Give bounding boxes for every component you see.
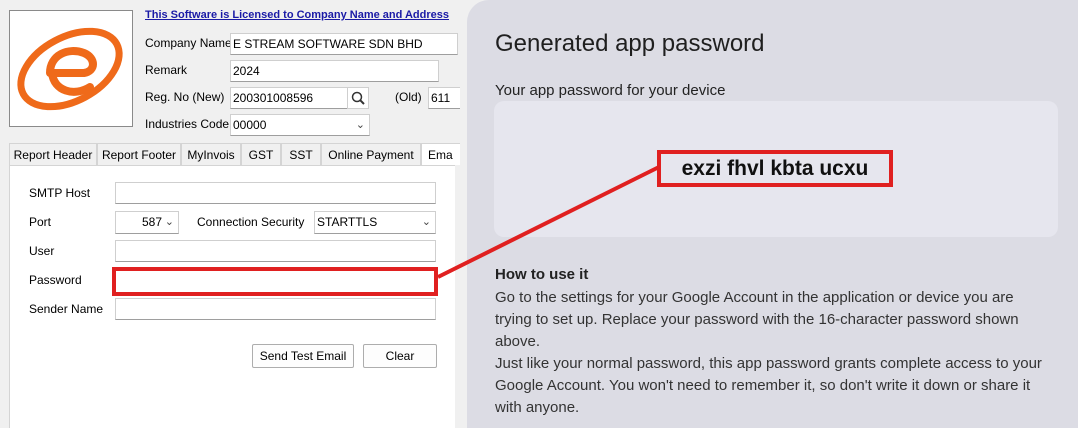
password-label: Password bbox=[29, 273, 82, 287]
tab-report-header[interactable]: Report Header bbox=[9, 143, 97, 165]
how-to-text-line: with anyone. bbox=[495, 399, 580, 416]
how-to-text-line: above. bbox=[495, 333, 541, 350]
how-to-text-line: trying to set up. Replace your password … bbox=[495, 311, 1019, 328]
email-settings-panel bbox=[9, 165, 455, 428]
industries-select[interactable]: 00000 ⌄ bbox=[230, 114, 370, 136]
chevron-down-icon: ⌄ bbox=[355, 119, 365, 131]
remark-label: Remark bbox=[145, 63, 188, 77]
port-label: Port bbox=[29, 215, 52, 229]
chevron-down-icon: ⌄ bbox=[164, 216, 174, 228]
industries-value: 00000 bbox=[233, 118, 267, 132]
clear-button[interactable]: Clear bbox=[363, 344, 437, 368]
port-value: 587 bbox=[141, 215, 162, 229]
company-profile-window: This Software is Licensed to Company Nam… bbox=[0, 0, 460, 428]
tab-report-footer[interactable]: Report Footer bbox=[97, 143, 181, 165]
old-regno-label: (Old) bbox=[395, 90, 422, 104]
company-name-field[interactable]: E STREAM SOFTWARE SDN BHD bbox=[230, 33, 458, 55]
company-name-label: Company Name bbox=[145, 36, 232, 50]
search-icon bbox=[351, 91, 365, 105]
remark-field[interactable]: 2024 bbox=[230, 60, 439, 82]
page-title: Generated app password bbox=[495, 30, 765, 57]
sender-name-field[interactable] bbox=[115, 298, 436, 320]
sender-name-label: Sender Name bbox=[29, 302, 104, 316]
chevron-down-icon: ⌄ bbox=[421, 216, 431, 228]
generated-password: exzi fhvl kbta ucxu bbox=[657, 150, 893, 187]
how-to-text-line: Just like your normal password, this app… bbox=[495, 355, 1042, 372]
port-select[interactable]: 587 ⌄ bbox=[115, 211, 179, 234]
smtp-host-label: SMTP Host bbox=[29, 186, 91, 200]
regno-label: Reg. No (New) bbox=[145, 90, 225, 104]
how-to-text-line: Go to the settings for your Google Accou… bbox=[495, 289, 1014, 306]
how-to-text-line: Google Account. You won't need to rememb… bbox=[495, 377, 1031, 394]
tab-myinvois[interactable]: MyInvois bbox=[181, 143, 241, 165]
app-password-panel: Generated app password Your app password… bbox=[467, 0, 1078, 428]
smtp-host-field[interactable] bbox=[115, 182, 436, 204]
regno-field[interactable]: 200301008596 bbox=[230, 87, 348, 109]
tab-email[interactable]: Ema bbox=[421, 143, 460, 165]
how-to-use-title: How to use it bbox=[495, 266, 589, 283]
tab-online-payment[interactable]: Online Payment bbox=[321, 143, 421, 165]
industries-label: Industries Code bbox=[145, 117, 230, 131]
send-test-email-button[interactable]: Send Test Email bbox=[252, 344, 354, 368]
user-label: User bbox=[29, 244, 55, 258]
company-logo bbox=[9, 10, 133, 127]
password-field-highlight bbox=[112, 267, 438, 296]
license-link[interactable]: This Software is Licensed to Company Nam… bbox=[145, 9, 455, 25]
estream-logo-icon bbox=[17, 27, 123, 111]
old-regno-field[interactable]: 611 bbox=[428, 87, 460, 109]
tab-sst[interactable]: SST bbox=[281, 143, 321, 165]
tab-gst[interactable]: GST bbox=[241, 143, 281, 165]
connection-security-select[interactable]: STARTTLS ⌄ bbox=[314, 211, 436, 234]
regno-lookup-button[interactable] bbox=[347, 87, 369, 109]
connection-security-value: STARTTLS bbox=[317, 215, 378, 229]
connection-security-label: Connection Security bbox=[197, 215, 305, 229]
user-field[interactable] bbox=[115, 240, 436, 262]
app-password-subtitle: Your app password for your device bbox=[495, 82, 726, 99]
